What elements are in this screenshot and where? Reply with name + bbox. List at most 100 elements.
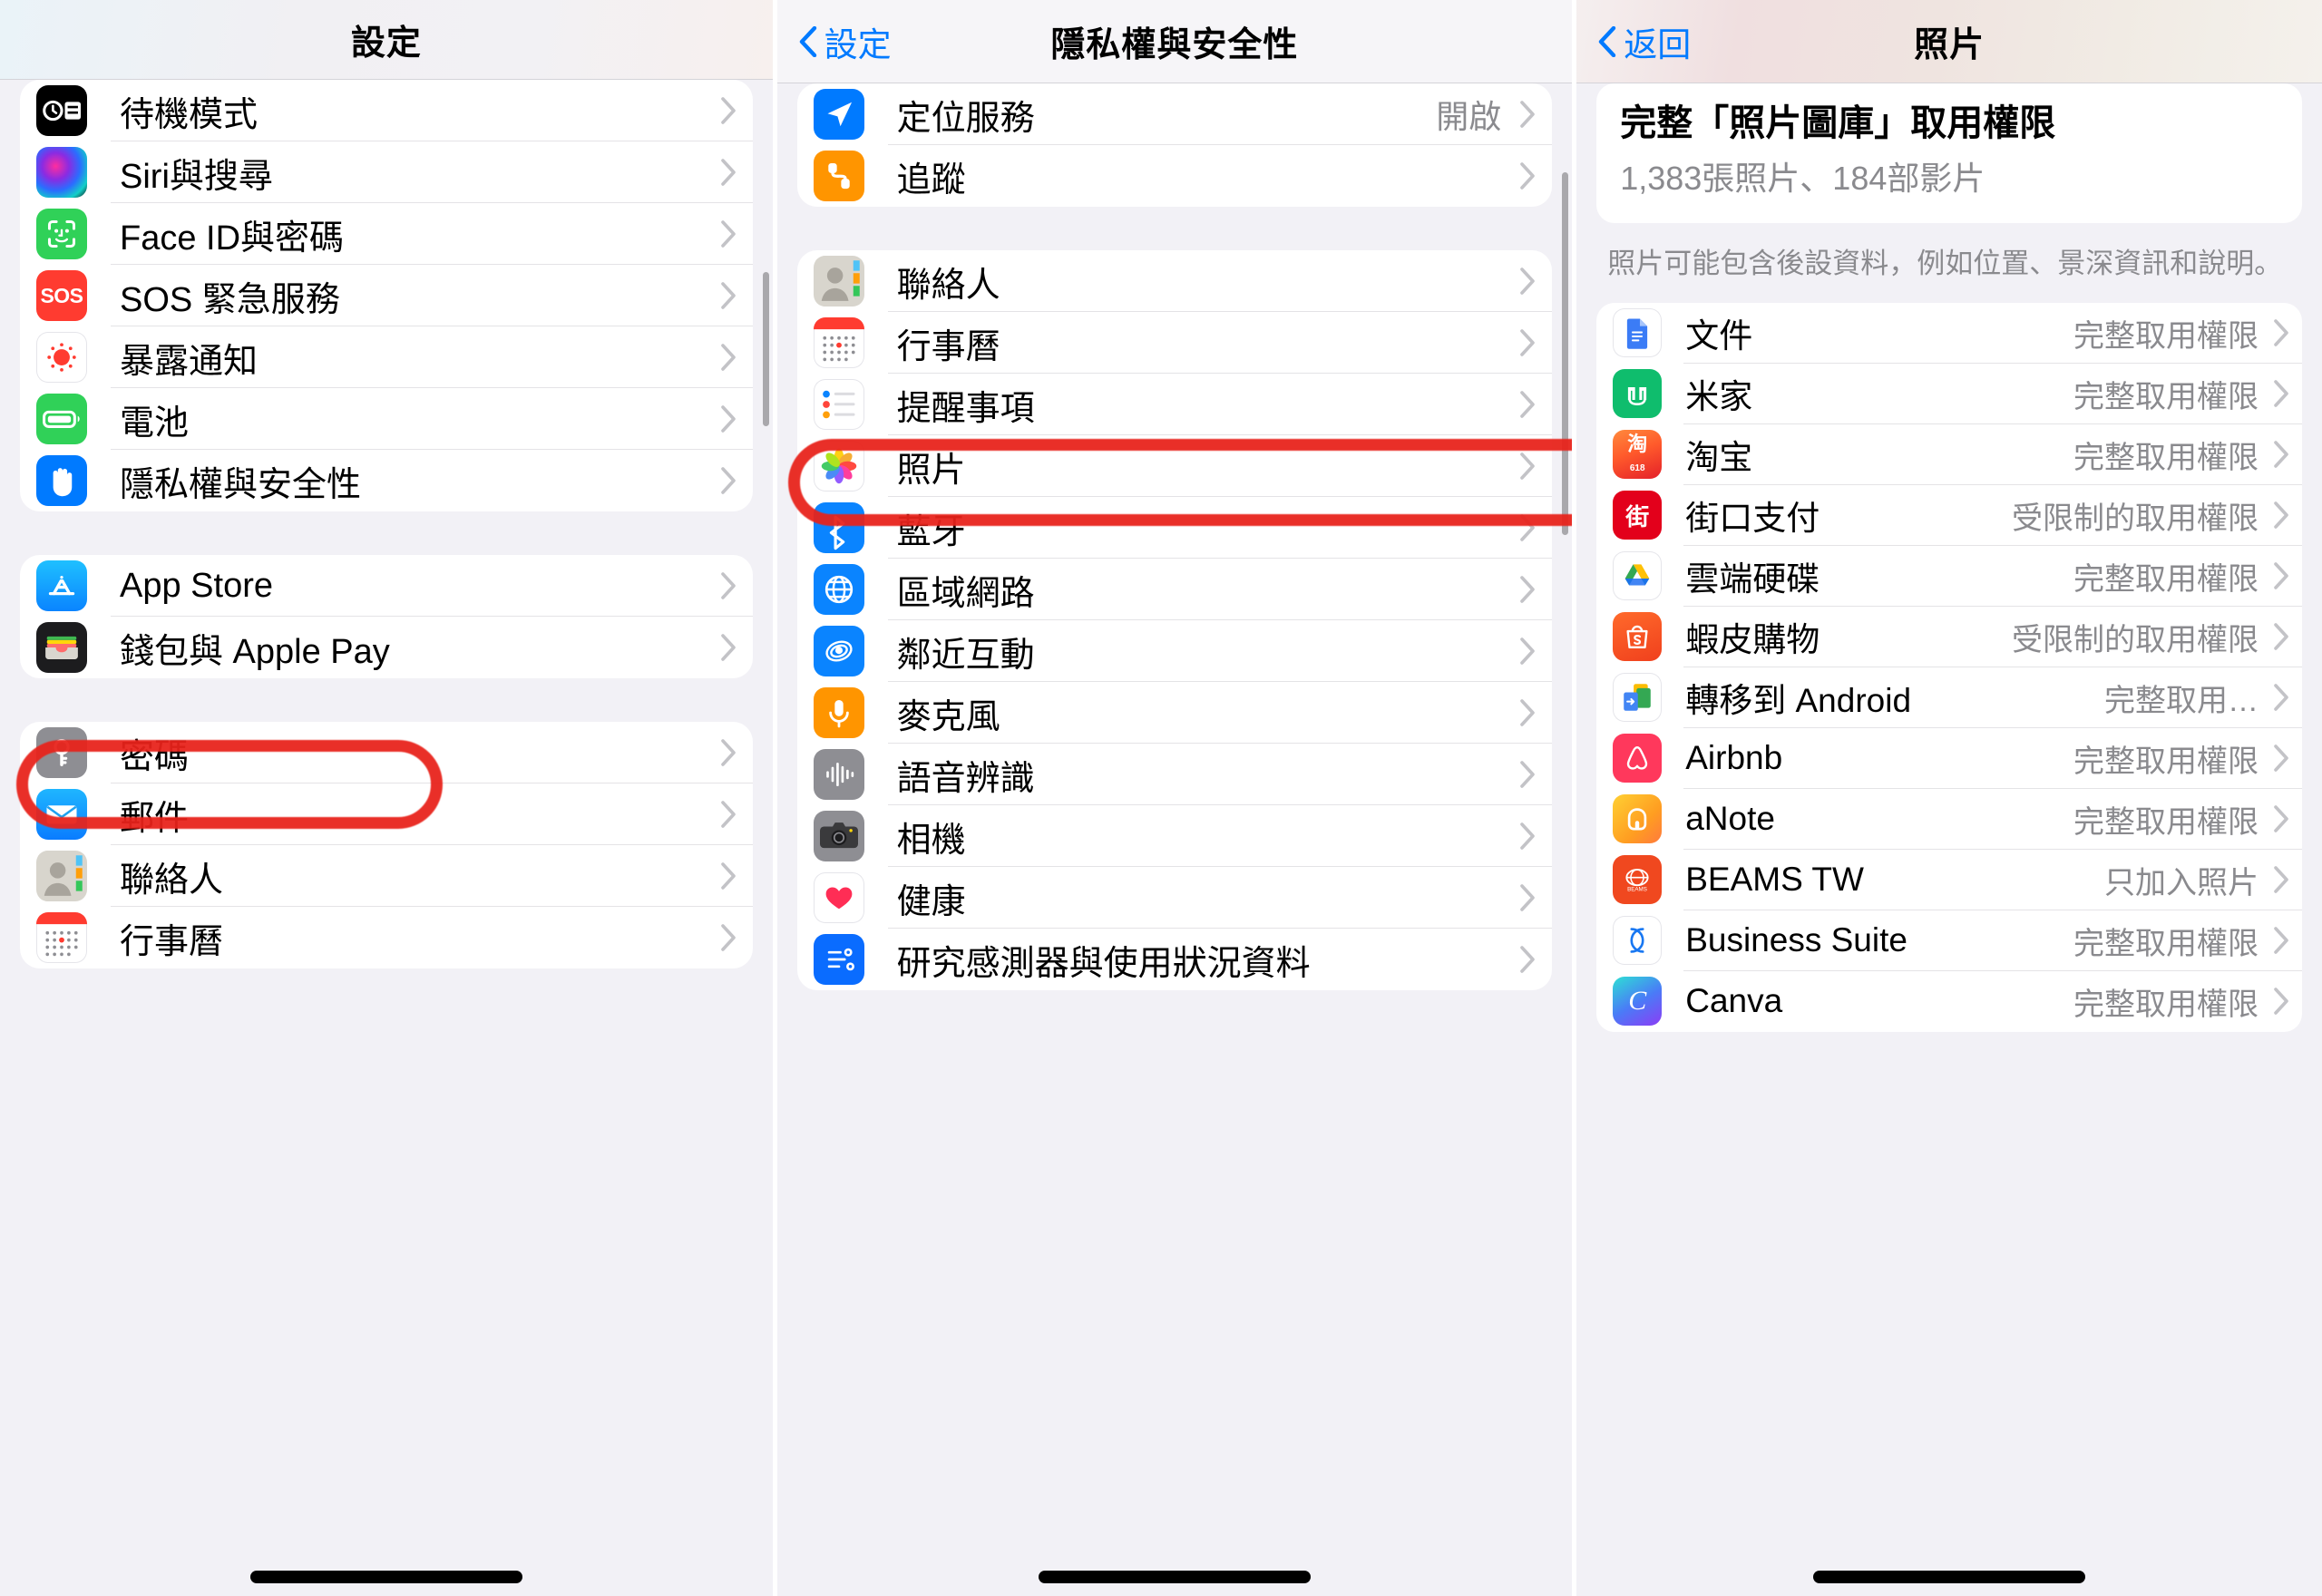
list-item[interactable]: App Store	[20, 555, 753, 617]
list-item[interactable]: 電池	[20, 388, 753, 450]
list-item[interactable]: 鄰近互動	[797, 620, 1553, 682]
list-item[interactable]: 暴露通知	[20, 326, 753, 388]
google-docs-icon	[1613, 308, 1663, 358]
canva-icon: C	[1613, 977, 1663, 1027]
research-sensor-icon	[813, 934, 864, 985]
list-item[interactable]: 聯絡人	[797, 250, 1553, 312]
app-row-label: 街口支付	[1685, 500, 1820, 538]
chevron-right-icon	[2273, 318, 2289, 347]
chevron-right-icon	[2273, 987, 2289, 1016]
sos-icon: SOS	[36, 270, 87, 321]
list-item[interactable]: 追蹤	[797, 145, 1553, 207]
jkopay-icon: 街	[1613, 491, 1663, 540]
list-item[interactable]: 淘 618 淘宝 完整取用權限	[1596, 424, 2302, 485]
app-row-label: 淘宝	[1685, 439, 1753, 477]
list-item[interactable]: Airbnb 完整取用權限	[1596, 728, 2302, 789]
page-title: 隱私權與安全性	[1050, 26, 1299, 64]
privacy-security-panel: 設定 隱私權與安全性 定位服務 開啟 追蹤聯絡人行事曆 提醒事項 照片 藍牙區域網路鄰近互…	[776, 0, 1573, 1596]
app-row-label: Business Suite	[1685, 921, 1907, 959]
mail-icon	[36, 789, 87, 840]
chevron-right-icon	[2273, 622, 2289, 651]
list-item[interactable]: 文件 完整取用權限	[1596, 303, 2302, 364]
shopee-icon	[1613, 612, 1663, 662]
scrollbar-middle[interactable]	[1562, 172, 1569, 535]
chevron-right-icon	[1519, 161, 1536, 190]
passwords-key-icon	[36, 727, 87, 778]
list-item[interactable]: 研究感測器與使用狀況資料	[797, 929, 1553, 990]
chevron-right-icon	[2273, 440, 2289, 469]
app-row-value: 完整取用權限	[2073, 926, 2259, 961]
list-item[interactable]: 定位服務 開啟	[797, 83, 1553, 145]
chevron-right-icon	[1519, 945, 1536, 974]
photos-scroll-area[interactable]: 完整「照片圖庫」取用權限 1,383張照片、184部影片 照片可能包含後設資料，…	[1576, 83, 2322, 1596]
group-main: 待機模式 Siri與搜尋 Face ID與密碼 SOS SOS 緊急服務 暴露通知 電池 隱私…	[20, 80, 753, 511]
location-arrow-icon	[813, 89, 864, 140]
list-item[interactable]: 雲端硬碟 完整取用權限	[1596, 546, 2302, 607]
list-item[interactable]: 郵件	[20, 783, 753, 845]
settings-row-label: Siri與搜尋	[120, 157, 273, 196]
chevron-right-icon	[720, 281, 737, 310]
app-row-value: 完整取用權限	[2073, 318, 2259, 354]
settings-row-label: 聯絡人	[120, 861, 224, 900]
settings-panel: 設定 待機模式 Siri與搜尋 Face ID與密碼 SOS SOS 緊急服務 暴露通知電…	[0, 0, 773, 1596]
app-row-value: 完整取用權限	[2073, 744, 2259, 779]
list-item[interactable]: 區域網路	[797, 559, 1553, 620]
list-item[interactable]: Business Suite 完整取用權限	[1596, 910, 2302, 971]
list-item[interactable]: 藍牙	[797, 497, 1553, 559]
privacy-row-label: 區域網路	[896, 574, 1035, 613]
chevron-right-icon	[720, 800, 737, 829]
list-item[interactable]: SOS SOS 緊急服務	[20, 265, 753, 326]
list-item[interactable]: 行事曆	[797, 312, 1553, 374]
list-item[interactable]: 待機模式	[20, 80, 753, 141]
list-item[interactable]: 街街口支付 受限制的取用權限	[1596, 485, 2302, 546]
chevron-right-icon	[720, 158, 737, 187]
list-item[interactable]: 相機	[797, 805, 1553, 867]
list-item[interactable]: aNote 完整取用權限	[1596, 789, 2302, 850]
scrollbar-left[interactable]	[762, 272, 769, 426]
back-button-return[interactable]: 返回	[1598, 17, 1691, 66]
list-item[interactable]: Face ID與密碼	[20, 203, 753, 265]
home-indicator-middle	[1038, 1571, 1311, 1583]
list-item[interactable]: 健康	[797, 867, 1553, 929]
appstore-icon	[36, 560, 87, 611]
list-item[interactable]: C Canva 完整取用權限	[1596, 971, 2302, 1032]
app-row-label: 蝦皮購物	[1685, 621, 1820, 659]
settings-row-label: Face ID與密碼	[120, 219, 345, 258]
list-item[interactable]: 麥克風	[797, 682, 1553, 744]
list-item[interactable]: BEAMS BEAMS TW 只加入照片	[1596, 850, 2302, 910]
list-item[interactable]: 轉移到 Android 完整取用…	[1596, 667, 2302, 728]
back-button-settings[interactable]: 設定	[799, 17, 892, 66]
list-item[interactable]: 蝦皮購物 受限制的取用權限	[1596, 607, 2302, 667]
settings-scroll-area[interactable]: 待機模式 Siri與搜尋 Face ID與密碼 SOS SOS 緊急服務 暴露通知 電池 隱私…	[0, 80, 773, 1596]
privacy-row-label: 聯絡人	[896, 266, 1000, 305]
list-item[interactable]: Siri與搜尋	[20, 141, 753, 203]
microphone-icon	[813, 687, 864, 738]
list-item[interactable]: 提醒事項	[797, 374, 1553, 435]
privacy-row-label: 語音辨識	[896, 759, 1035, 798]
full-library-access-card[interactable]: 完整「照片圖庫」取用權限 1,383張照片、184部影片	[1596, 83, 2302, 223]
list-item[interactable]: 行事曆	[20, 907, 753, 968]
list-item[interactable]: 米家 完整取用權限	[1596, 364, 2302, 424]
chevron-right-icon	[1519, 822, 1536, 851]
photos-permissions-panel: 返回 照片 完整「照片圖庫」取用權限 1,383張照片、184部影片 照片可能包…	[1576, 0, 2322, 1596]
app-row-value: 受限制的取用權限	[2012, 622, 2259, 657]
app-row-value: 完整取用權限	[2073, 440, 2259, 475]
standby-icon	[36, 85, 87, 136]
list-item[interactable]: 錢包與 Apple Pay	[20, 617, 753, 678]
airbnb-icon	[1613, 734, 1663, 783]
list-item[interactable]: 照片	[797, 435, 1553, 497]
privacy-scroll-area[interactable]: 定位服務 開啟 追蹤聯絡人行事曆 提醒事項 照片 藍牙區域網路鄰近互動麥克風語音辨識相機健…	[777, 83, 1573, 1596]
app-row-value: 只加入照片	[2104, 865, 2259, 900]
home-indicator-left	[249, 1571, 522, 1583]
privacy-row-label: 鄰近互動	[896, 636, 1035, 675]
chevron-left-icon	[799, 25, 817, 57]
list-item[interactable]: 密碼	[20, 722, 753, 783]
business-suite-icon	[1613, 916, 1663, 966]
group-store: App Store 錢包與 Apple Pay	[20, 555, 753, 678]
privacy-row-label: 相機	[896, 821, 966, 860]
list-item[interactable]: 語音辨識	[797, 744, 1553, 805]
chevron-right-icon	[2273, 501, 2289, 530]
list-item[interactable]: 聯絡人	[20, 845, 753, 907]
faceid-icon	[36, 209, 87, 259]
list-item[interactable]: 隱私權與安全性	[20, 450, 753, 511]
